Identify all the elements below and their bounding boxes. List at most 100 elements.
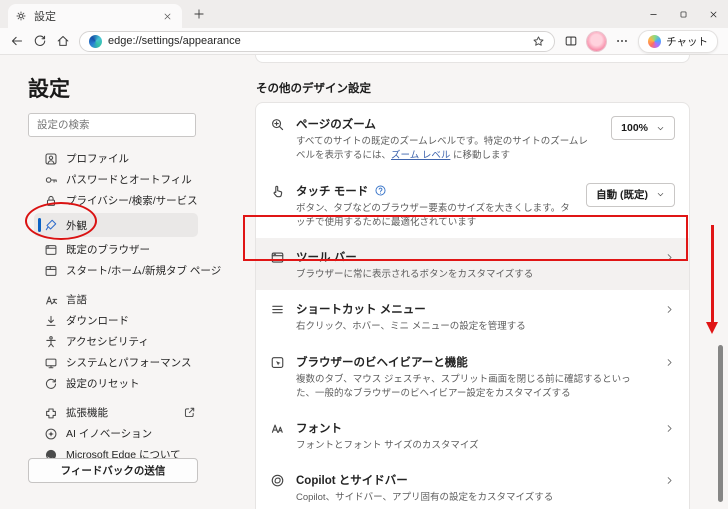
row-title: フォント [296,423,342,435]
browser-tab-settings[interactable]: 設定 [8,4,182,28]
row-title: ブラウザーのビヘイビアーと機能 [296,356,468,369]
row-body: Copilot とサイドバー Copilot、サイドバー、アプリ固有の設定をカス… [296,472,653,505]
window-minimize-button[interactable] [638,0,668,28]
chevron-right-icon[interactable] [664,304,675,315]
sidebar-item-appearance[interactable]: 外観 [34,213,198,237]
row-toolbar[interactable]: ツール バー ブラウザーに常に表示されるボタンをカスタマイズする [256,238,689,291]
row-title: ショートカット メニュー [296,304,426,317]
minimize-icon [649,10,658,19]
key-icon [44,173,58,187]
row-body: ページのズーム すべてのサイトの既定のズームレベルです。特定のサイトのズームレベ… [296,116,600,164]
edge-favicon-icon [89,34,102,48]
sidebar-item-label: 既定のブラウザー [66,244,150,256]
row-body: ツール バー ブラウザーに常に表示されるボタンをカスタマイズする [296,249,653,282]
copilot-chat-button[interactable]: チャット [638,29,718,53]
previous-card-bottom [255,55,690,63]
back-button[interactable] [10,34,24,48]
copilot-outline-icon [270,473,285,488]
row-description: フォントとフォント サイズのカスタマイズ [296,440,479,451]
window-close-button[interactable] [698,0,728,28]
row-title: タッチ モード [296,183,575,199]
row-body: タッチ モード ボタン、タブなどのブラウザー要素のサイズを大きくします。タッチで… [296,183,575,231]
sidebar-item-downloads[interactable]: ダウンロード [0,310,240,331]
lock-icon [44,194,58,208]
nav-group-divider [0,394,240,402]
row-page-zoom: ページのズーム すべてのサイトの既定のズームレベルです。特定のサイトのズームレベ… [256,105,689,172]
row-description: ボタン、タブなどのブラウザー要素のサイズを大きくします。タッチで使用するために最… [296,202,570,228]
chevron-right-icon[interactable] [664,423,675,434]
row-body: フォント フォントとフォント サイズのカスタマイズ [296,420,653,453]
row-title: ツール バー [296,252,357,264]
chevron-right-icon[interactable] [664,357,675,368]
language-icon [44,293,58,307]
appearance-brush-icon [44,218,58,232]
sidebar-item-languages[interactable]: 言語 [0,289,240,310]
sidebar-item-label: AI イノベーション [66,428,153,440]
sidebar-item-label: 拡張機能 [66,407,108,419]
page-zoom-dropdown[interactable]: 100% [611,116,675,140]
maximize-icon [679,10,688,19]
scrollbar-thumb[interactable] [718,345,723,502]
sidebar-item-start-home[interactable]: スタート/ホーム/新規タブ ページ [0,260,240,281]
reset-arrow-icon [44,377,58,391]
chevron-right-icon[interactable] [664,475,675,486]
accessibility-icon [44,335,58,349]
sidebar-item-accessibility[interactable]: アクセシビリティ [0,331,240,352]
dropdown-value: 自動 (既定) [596,189,648,201]
settings-content: その他のデザイン設定 ページのズーム すべてのサイトの既定のズームレベルです。特… [255,55,690,509]
touch-hand-icon [270,184,285,199]
row-shortcut-menu[interactable]: ショートカット メニュー 右クリック、ホバー、ミニ メニューの設定を管理する [256,290,689,342]
new-tab-button[interactable] [193,8,205,20]
sidebar-item-label: 設定のリセット [66,378,140,390]
row-description: すべてのサイトの既定のズームレベルです。特定のサイトのズームレベルを表示するには… [296,135,600,164]
row-fonts[interactable]: フォント フォントとフォント サイズのカスタマイズ [256,409,689,461]
url-text[interactable]: edge://settings/appearance [108,35,526,47]
row-copilot-sidebar[interactable]: Copilot とサイドバー Copilot、サイドバー、アプリ固有の設定をカス… [256,461,689,509]
row-browser-behaviors[interactable]: ブラウザーのビヘイビアーと機能 複数のタブ、マウス ジェスチャ、スプリット画面を… [256,343,689,410]
favorites-star-icon[interactable] [532,35,545,48]
design-settings-card: ページのズーム すべてのサイトの既定のズームレベルです。特定のサイトのズームレベ… [255,102,690,509]
home-button[interactable] [56,34,70,48]
sidebar-item-label: パスワードとオートフィル [66,174,192,186]
address-bar[interactable]: edge://settings/appearance [79,30,556,52]
monitor-icon [44,356,58,370]
sidebar-item-profile[interactable]: プロファイル [0,148,240,169]
puzzle-icon [44,406,58,420]
settings-page: 設定 プロファイル パスワードとオートフィル プライバシー/検索/サービス 外 [0,55,728,509]
chevron-right-icon[interactable] [664,252,675,263]
settings-search-input[interactable] [28,113,196,137]
chat-label: チャット [666,35,708,48]
menu-lines-icon [270,302,285,317]
copilot-logo-icon [648,34,662,48]
row-body: ショートカット メニュー 右クリック、ホバー、ミニ メニューの設定を管理する [296,301,653,334]
tab-page-icon [44,264,58,278]
sidebar-item-extensions[interactable]: 拡張機能 [0,402,240,423]
row-touch-mode: タッチ モード ボタン、タブなどのブラウザー要素のサイズを大きくします。タッチで… [256,172,689,239]
profile-avatar[interactable] [587,31,607,51]
more-menu-icon[interactable] [615,34,629,48]
sidebar-item-default-browser[interactable]: 既定のブラウザー [0,239,240,260]
download-icon [44,314,58,328]
sidebar-item-passwords[interactable]: パスワードとオートフィル [0,169,240,190]
window-maximize-button[interactable] [668,0,698,28]
sidebar-item-ai-innovations[interactable]: AI イノベーション [0,423,240,444]
sidebar-item-system[interactable]: システムとパフォーマンス [0,352,240,373]
touch-mode-dropdown[interactable]: 自動 (既定) [586,182,675,207]
window-titlebar: 設定 [0,0,728,28]
zoom-levels-link[interactable]: ズーム レベル [391,150,450,161]
tab-close-icon[interactable] [163,12,172,21]
send-feedback-button[interactable]: フィードバックの送信 [28,458,198,483]
sidebar-item-label: システムとパフォーマンス [66,357,192,369]
split-screen-icon[interactable] [564,34,578,48]
page-title: 設定 [28,78,70,101]
sidebar-item-privacy[interactable]: プライバシー/検索/サービス [0,190,240,211]
sidebar-item-label: ダウンロード [66,315,129,327]
row-body: ブラウザーのビヘイビアーと機能 複数のタブ、マウス ジェスチャ、スプリット画面を… [296,354,653,402]
sidebar-item-reset[interactable]: 設定のリセット [0,373,240,394]
sidebar-item-label: プロファイル [66,153,129,165]
row-title: Copilot とサイドバー [296,475,408,488]
help-icon[interactable] [374,184,387,197]
external-link-icon [183,406,196,419]
sidebar-item-label: プライバシー/検索/サービス [66,195,198,207]
refresh-button[interactable] [33,34,47,48]
